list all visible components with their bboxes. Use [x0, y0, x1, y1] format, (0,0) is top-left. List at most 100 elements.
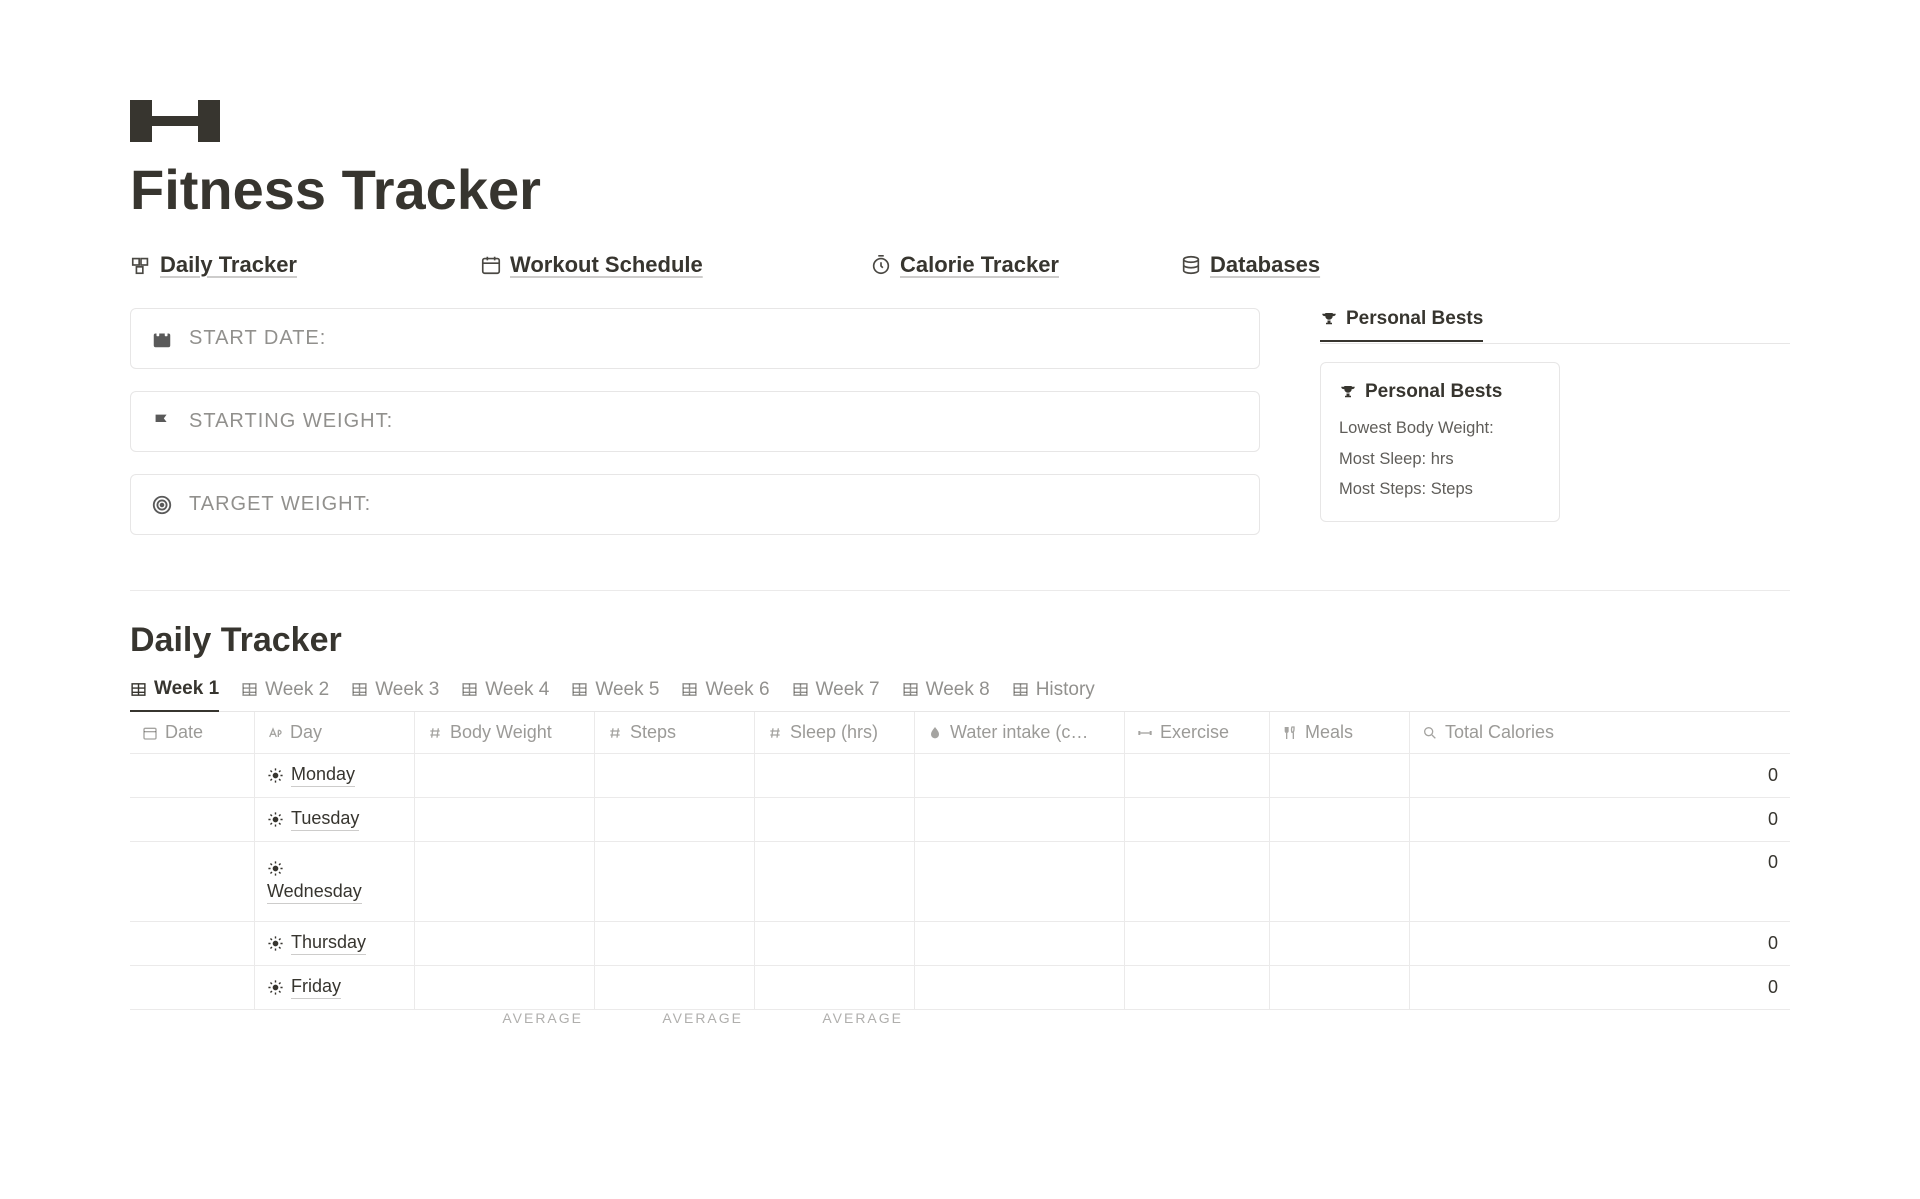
column-label: Total Calories [1445, 722, 1554, 743]
nav-workout-schedule[interactable]: Workout Schedule [480, 252, 870, 278]
page-icon-dumbbell [130, 100, 1790, 147]
table-icon [351, 681, 368, 698]
table-row[interactable]: Monday 0 [130, 754, 1790, 798]
water-drop-icon [927, 725, 943, 741]
day-value: Monday [291, 764, 355, 787]
tab-week-1[interactable]: Week 1 [130, 678, 219, 712]
column-label: Exercise [1160, 722, 1229, 743]
sun-icon [267, 979, 284, 996]
table-icon [241, 681, 258, 698]
text-icon [267, 725, 283, 741]
pb-most-sleep: Most Sleep: hrs [1339, 444, 1541, 475]
total-calories-value: 0 [1768, 765, 1778, 786]
utensils-icon [1282, 725, 1298, 741]
calendar-filled-icon [151, 328, 173, 350]
table-icon [461, 681, 478, 698]
column-date[interactable]: Date [130, 712, 255, 754]
tab-label: Week 7 [816, 679, 880, 701]
tab-week-5[interactable]: Week 5 [571, 678, 659, 711]
trophy-icon [1339, 383, 1357, 401]
divider [130, 590, 1790, 591]
column-exercise[interactable]: Exercise [1125, 712, 1270, 754]
total-calories-value: 0 [1768, 977, 1778, 998]
flag-icon [151, 411, 173, 433]
callout-starting-weight[interactable]: STARTING WEIGHT: [130, 391, 1260, 452]
tab-label: Week 3 [375, 679, 439, 701]
column-day[interactable]: Day [255, 712, 415, 754]
tab-week-7[interactable]: Week 7 [792, 678, 880, 711]
aggregate-sleep[interactable]: AVERAGE [755, 1010, 915, 1026]
day-value: Friday [291, 976, 341, 999]
trophy-icon [1320, 310, 1338, 328]
aggregate-body-weight[interactable]: AVERAGE [415, 1010, 595, 1026]
nav-label: Daily Tracker [160, 252, 297, 278]
tab-label: Week 6 [705, 679, 769, 701]
number-icon [427, 725, 443, 741]
nav-daily-tracker[interactable]: Daily Tracker [130, 252, 480, 278]
timer-icon [870, 254, 892, 276]
dumbbell-icon [1137, 725, 1153, 741]
tab-week-2[interactable]: Week 2 [241, 678, 329, 711]
sun-icon [267, 860, 284, 877]
column-total-calories[interactable]: Total Calories [1410, 712, 1790, 754]
nav-databases[interactable]: Databases [1180, 252, 1320, 278]
callout-target-weight[interactable]: TARGET WEIGHT: [130, 474, 1260, 535]
database-icon [1180, 254, 1202, 276]
sun-icon [267, 935, 284, 952]
column-label: Steps [630, 722, 676, 743]
callout-start-date[interactable]: START DATE: [130, 308, 1260, 369]
page-title: Fitness Tracker [130, 157, 1790, 222]
column-label: Sleep (hrs) [790, 722, 878, 743]
column-body-weight[interactable]: Body Weight [415, 712, 595, 754]
sun-icon [267, 767, 284, 784]
callout-label: TARGET WEIGHT: [189, 493, 371, 516]
tab-label: Personal Bests [1346, 308, 1483, 330]
calendar-icon [142, 725, 158, 741]
column-label: Date [165, 722, 203, 743]
number-icon [767, 725, 783, 741]
table-icon [1012, 681, 1029, 698]
table-row[interactable]: Friday 0 [130, 966, 1790, 1010]
tab-week-8[interactable]: Week 8 [902, 678, 990, 711]
total-calories-value: 0 [1768, 933, 1778, 954]
callout-label: START DATE: [189, 327, 326, 350]
table-aggregation-row: AVERAGE AVERAGE AVERAGE [130, 1010, 1790, 1026]
table-row[interactable]: Wednesday 0 [130, 842, 1790, 922]
pb-lowest-body-weight: Lowest Body Weight: [1339, 413, 1541, 444]
nav-calorie-tracker[interactable]: Calorie Tracker [870, 252, 1180, 278]
column-water-intake[interactable]: Water intake (c… [915, 712, 1125, 754]
column-sleep[interactable]: Sleep (hrs) [755, 712, 915, 754]
column-steps[interactable]: Steps [595, 712, 755, 754]
tab-week-6[interactable]: Week 6 [681, 678, 769, 711]
column-meals[interactable]: Meals [1270, 712, 1410, 754]
tab-history[interactable]: History [1012, 678, 1095, 711]
personal-bests-card[interactable]: Personal Bests Lowest Body Weight: Most … [1320, 362, 1560, 522]
tab-label: Week 8 [926, 679, 990, 701]
nav-label: Calorie Tracker [900, 252, 1059, 278]
tab-week-3[interactable]: Week 3 [351, 678, 439, 711]
tab-label: Week 2 [265, 679, 329, 701]
daily-tracker-table: Date Day Body Weight Steps Sleep (hrs) W… [130, 712, 1790, 1026]
nav-label: Databases [1210, 252, 1320, 278]
collection-icon [130, 254, 152, 276]
day-value: Tuesday [291, 808, 359, 831]
total-calories-value: 0 [1768, 852, 1778, 873]
day-value: Thursday [291, 932, 366, 955]
card-title: Personal Bests [1365, 381, 1502, 403]
column-label: Meals [1305, 722, 1353, 743]
column-label: Water intake (c… [950, 722, 1088, 743]
calendar-icon [480, 254, 502, 276]
column-label: Body Weight [450, 722, 552, 743]
sun-icon [267, 811, 284, 828]
target-icon [151, 494, 173, 516]
table-row[interactable]: Tuesday 0 [130, 798, 1790, 842]
callout-label: STARTING WEIGHT: [189, 410, 393, 433]
search-icon [1422, 725, 1438, 741]
column-label: Day [290, 722, 322, 743]
aggregate-steps[interactable]: AVERAGE [595, 1010, 755, 1026]
tab-personal-bests[interactable]: Personal Bests [1320, 308, 1483, 342]
table-row[interactable]: Thursday 0 [130, 922, 1790, 966]
tab-week-4[interactable]: Week 4 [461, 678, 549, 711]
table-icon [571, 681, 588, 698]
nav-label: Workout Schedule [510, 252, 703, 278]
